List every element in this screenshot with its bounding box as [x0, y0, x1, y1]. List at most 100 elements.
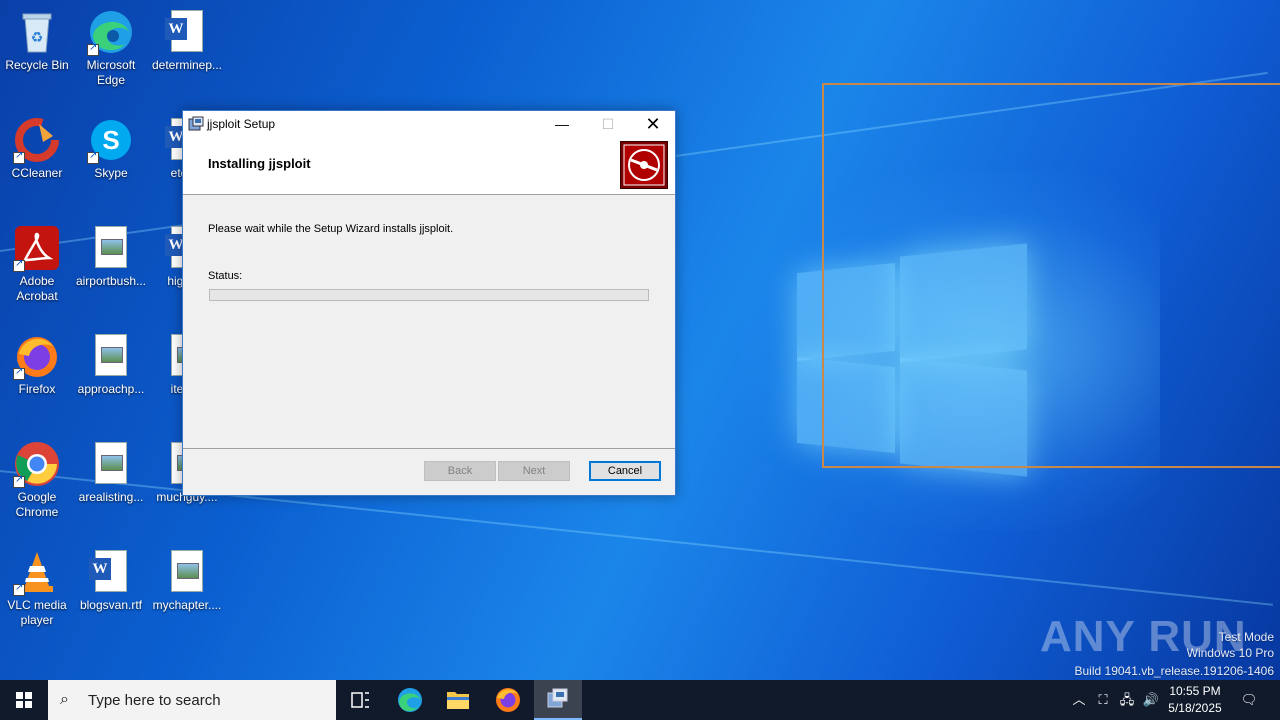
desktop-icon-mychapter[interactable]: mychapter.... [150, 544, 224, 613]
taskbar: ⌕ Type here to search ︿ ⛶ 🖧 🔊 10:55 PM 5… [0, 680, 1280, 720]
recycle-bin-icon: ♻ [13, 8, 61, 56]
chrome-icon [13, 440, 61, 488]
task-view-button[interactable] [336, 680, 384, 720]
tray-app-icon[interactable]: ⛶ [1092, 680, 1114, 720]
maximize-button: ☐ [585, 111, 631, 137]
icon-label: mychapter.... [152, 598, 222, 612]
install-message: Please wait while the Setup Wizard insta… [208, 223, 454, 235]
skype-icon: S [87, 116, 135, 164]
shortcut-arrow-icon [13, 366, 25, 380]
cancel-button[interactable]: Cancel [589, 461, 661, 481]
taskbar-clock[interactable]: 10:55 PM 5/18/2025 [1160, 683, 1230, 717]
network-icon: 🖧 [1119, 692, 1135, 707]
back-button[interactable]: Back [424, 461, 496, 481]
desktop-icon-skype[interactable]: S Skype [74, 112, 148, 181]
desktop-icon-microsoft-edge[interactable]: Microsoft Edge [74, 4, 148, 88]
desktop-icon-recycle-bin[interactable]: ♻ Recycle Bin [0, 4, 74, 73]
desktop-icon-arealisting[interactable]: arealisting... [74, 436, 148, 505]
desktop-icon-vlc[interactable]: VLC media player [0, 544, 74, 628]
notifications-button[interactable]: 🗨 [1234, 680, 1264, 720]
icon-label: determinep... [151, 58, 223, 72]
desktop-icon-approachp[interactable]: approachp... [74, 328, 148, 397]
svg-text:♻: ♻ [31, 29, 44, 45]
clock-time: 10:55 PM [1169, 684, 1221, 698]
icon-label: blogsvan.rtf [79, 598, 143, 612]
windows-start-icon [16, 692, 32, 708]
taskbar-search-box[interactable]: ⌕ Type here to search [48, 680, 336, 720]
volume-button[interactable]: 🔊 [1140, 680, 1162, 720]
ccleaner-icon [13, 116, 61, 164]
desktop-icon-ccleaner[interactable]: CCleaner [0, 112, 74, 181]
tray-app-icon-glyph: ⛶ [1098, 692, 1108, 707]
test-mode-text: Test Mode [1218, 630, 1274, 644]
installer-icon [547, 688, 568, 708]
next-button[interactable]: Next [498, 461, 570, 481]
word-document-icon: W [163, 8, 211, 56]
adobe-acrobat-icon [13, 224, 61, 272]
dialog-title: jjsploit Setup [207, 117, 276, 131]
progress-bar [209, 289, 649, 301]
icon-label: Microsoft Edge [86, 58, 136, 87]
icon-label: arealisting... [78, 490, 144, 504]
shortcut-arrow-icon [13, 258, 25, 272]
icon-label: airportbush... [75, 274, 147, 288]
word-document-icon: W [87, 548, 135, 596]
installer-disc-icon [620, 141, 668, 189]
taskbar-file-explorer[interactable] [434, 680, 482, 720]
minimize-button[interactable]: — [539, 111, 585, 137]
search-placeholder: Type here to search [88, 692, 221, 709]
highlight-rectangle [822, 83, 1280, 468]
edge-icon [87, 8, 135, 56]
minimize-icon: — [555, 116, 569, 132]
desktop-icon-determinep[interactable]: W determinep... [150, 4, 224, 73]
maximize-icon: ☐ [601, 116, 615, 132]
header-title: Installing jjsploit [208, 156, 311, 171]
folder-icon [447, 692, 469, 709]
footer-divider [183, 448, 675, 449]
installer-icon [188, 116, 204, 132]
image-file-icon [163, 548, 211, 596]
svg-text:S: S [102, 125, 119, 155]
taskbar-firefox[interactable] [484, 680, 532, 720]
speaker-icon: 🔊 [1142, 692, 1160, 707]
shortcut-arrow-icon [87, 42, 99, 56]
setup-dialog: jjsploit Setup — ☐ ✕ Installing jjsploit… [182, 110, 676, 496]
status-label: Status: [208, 270, 243, 282]
shortcut-arrow-icon [13, 474, 25, 488]
icon-label: Firefox [18, 382, 56, 396]
network-button[interactable]: 🖧 [1116, 680, 1138, 720]
shortcut-arrow-icon [87, 150, 99, 164]
start-button[interactable] [0, 680, 48, 720]
icon-label: VLC media player [7, 598, 67, 627]
windows-edition-text: Windows 10 Pro [1186, 646, 1274, 660]
close-button[interactable]: ✕ [630, 111, 676, 137]
task-view-icon [351, 692, 369, 708]
desktop-icon-firefox[interactable]: Firefox [0, 328, 74, 397]
desktop-icon-blogsvan[interactable]: W blogsvan.rtf [74, 544, 148, 613]
icon-label: CCleaner [11, 166, 63, 180]
dialog-header: Installing jjsploit [183, 137, 675, 195]
icon-label: Skype [94, 166, 128, 180]
show-hidden-icons-button[interactable]: ︿ [1068, 680, 1090, 720]
desktop-icon-airportbush[interactable]: airportbush... [74, 220, 148, 289]
notification-icon: 🗨 [1240, 692, 1258, 707]
icon-label: approachp... [77, 382, 145, 396]
icon-label: Recycle Bin [5, 58, 69, 72]
vlc-cone-icon [13, 548, 61, 596]
icon-label: Adobe Acrobat [16, 274, 58, 303]
close-icon: ✕ [645, 114, 661, 134]
desktop-icon-google-chrome[interactable]: Google Chrome [0, 436, 74, 520]
desktop-icon-adobe-acrobat[interactable]: Adobe Acrobat [0, 220, 74, 304]
taskbar-edge[interactable] [386, 680, 434, 720]
title-bar[interactable]: jjsploit Setup — ☐ ✕ [183, 111, 675, 137]
shortcut-arrow-icon [13, 150, 25, 164]
firefox-icon [496, 688, 520, 712]
firefox-icon [13, 332, 61, 380]
taskbar-jjsploit-setup[interactable] [534, 680, 582, 720]
image-file-icon [87, 332, 135, 380]
clock-date: 5/18/2025 [1168, 701, 1222, 715]
icon-label: Google Chrome [15, 490, 59, 519]
chevron-up-icon: ︿ [1072, 692, 1086, 707]
edge-icon [398, 688, 422, 712]
search-icon: ⌕ [60, 691, 69, 708]
